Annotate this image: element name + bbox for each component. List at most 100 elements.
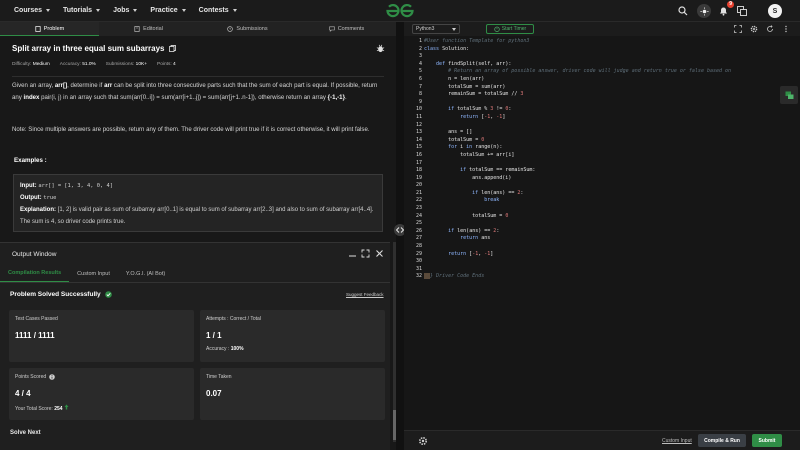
code-line: def findSplit(self, arr): [436,60,512,67]
more-options-icon[interactable] [782,25,790,33]
tab-custom-input[interactable]: Custom Input [69,265,118,282]
submissions-value: 10K+ [135,62,148,67]
code-line: break [484,197,500,204]
tab-compilation-results[interactable]: Compilation Results [0,265,70,282]
notification-badge: 9 [727,1,734,8]
solved-status: Problem Solved Successfully [10,291,112,298]
code-line: ##} Driver Code Ends [424,273,485,280]
problem-title: Split array in three equal sum subarrays [12,44,176,53]
theme-toggle-icon[interactable] [697,4,711,18]
reset-icon[interactable] [766,25,774,33]
code-line: return ans [460,235,491,242]
chevron-down-icon [181,9,186,12]
note-text: Note: Since multiple answers are possibl… [12,126,370,133]
line-number: 22 [415,197,422,204]
copy-icon[interactable] [168,45,176,53]
book-icon [134,26,140,32]
line-number: 11 [415,113,422,120]
line-number: 17 [415,159,422,166]
desc-text: , determine if [67,82,103,89]
accuracy-line: Accuracy : 100% [206,346,379,352]
compile-run-label: Compile & Run [704,437,740,444]
line-number: 18 [415,167,422,174]
code-area[interactable]: #User function Template for python3 class… [424,38,794,281]
line-number: 23 [415,205,422,212]
points-label: Points: [157,62,172,67]
arrow-up-icon [64,404,69,410]
minimize-icon[interactable] [348,249,357,258]
history-icon [227,26,234,32]
nav-contests[interactable]: Contests [199,7,237,14]
chevron-down-icon [452,28,456,31]
total-score-value: 254 [54,406,63,412]
line-number: 27 [415,235,422,242]
line-number: 6 [418,75,422,82]
difficulty: Difficulty: Medium [12,62,50,67]
line-number-gutter: 1 2 3 4 5 6 7 8 9 10 11 12 13 14 15 16 17 18 19 20 21 22 23 24 2… [404,38,422,281]
nav-tutorials-label: Tutorials [63,7,93,14]
explanation-label: Explanation: [20,207,57,214]
code-line: n = len(arr) [448,75,485,82]
tab-submissions[interactable]: Submissions [198,22,297,36]
desc-text: . [344,93,347,101]
line-number: 3 [418,53,422,60]
accuracy-value: 51.0% [82,62,96,67]
submit-label: Submit [758,437,776,444]
avatar[interactable]: S [768,4,782,18]
chevron-down-icon [46,9,51,12]
search-icon[interactable] [676,4,690,18]
accuracy-result-value: 100% [230,346,244,352]
submit-button[interactable]: Submit [752,434,782,447]
nav-practice[interactable]: Practice [150,7,186,14]
bell-icon[interactable]: 9 [716,1,734,18]
line-number: 31 [415,265,422,272]
problem-meta: Difficulty: Medium Accuracy: 51.0% Submi… [12,62,176,67]
line-number: 24 [415,212,422,219]
tab-problem[interactable]: Problem [0,22,99,36]
compile-run-button[interactable]: Compile & Run [698,434,746,447]
tab-editorial[interactable]: Editorial [99,22,198,36]
fullscreen-icon[interactable] [734,25,742,33]
time-taken-label: Time Taken [206,374,232,380]
time-taken-value: 0.07 [206,389,222,398]
line-number: 8 [418,91,422,98]
expand-icon[interactable] [361,249,370,258]
translate-icon[interactable] [735,4,749,18]
gfg-logo[interactable] [384,2,416,20]
editor-toolbar: Python3 Start Timer [404,22,800,36]
bug-report-icon[interactable] [376,44,385,53]
tab-editorial-label: Editorial [143,26,163,32]
custom-input-link[interactable]: Custom Input [662,438,692,444]
nav-jobs[interactable]: Jobs [113,7,138,14]
points-scored-label: Points Scored [15,374,47,380]
nav-tutorials[interactable]: Tutorials [63,7,101,14]
close-icon[interactable] [375,249,384,258]
nav-courses[interactable]: Courses [14,7,51,14]
chat-icon[interactable] [780,86,798,104]
code-line: remainSum = totalSum // 3 [448,91,524,98]
tab-yogi-ai-bot[interactable]: Y.O.G.I. (AI Bot) [118,265,173,282]
settings-icon[interactable] [750,25,758,33]
gear-icon[interactable] [418,436,428,446]
line-number: 10 [415,106,422,113]
tab-comments[interactable]: Comments [297,22,396,36]
info-icon[interactable] [49,374,55,380]
code-line: if totalSum % 3 != 0: [448,106,512,113]
test-cases-label: Test Cases Passed [15,316,58,322]
line-number: 21 [415,189,422,196]
tab-problem-label: Problem [43,25,65,32]
accuracy: Accuracy: 51.0% [60,62,96,67]
start-timer-button[interactable]: Start Timer [486,24,534,34]
input-value: arr[] = [1, 3, 4, 0, 4] [38,183,113,189]
code-line: if totalSum == remainSum: [460,167,536,174]
suggest-feedback-link[interactable]: Suggest Feedback [346,292,384,297]
code-line: totalSum += arr[i] [460,151,515,158]
language-select[interactable]: Python3 [412,24,460,34]
output-label: Output: [20,195,42,202]
panel-splitter[interactable] [396,22,404,450]
desc-bold: arr[] [54,82,68,89]
code-line: if len(ans) == 2: [448,227,500,234]
